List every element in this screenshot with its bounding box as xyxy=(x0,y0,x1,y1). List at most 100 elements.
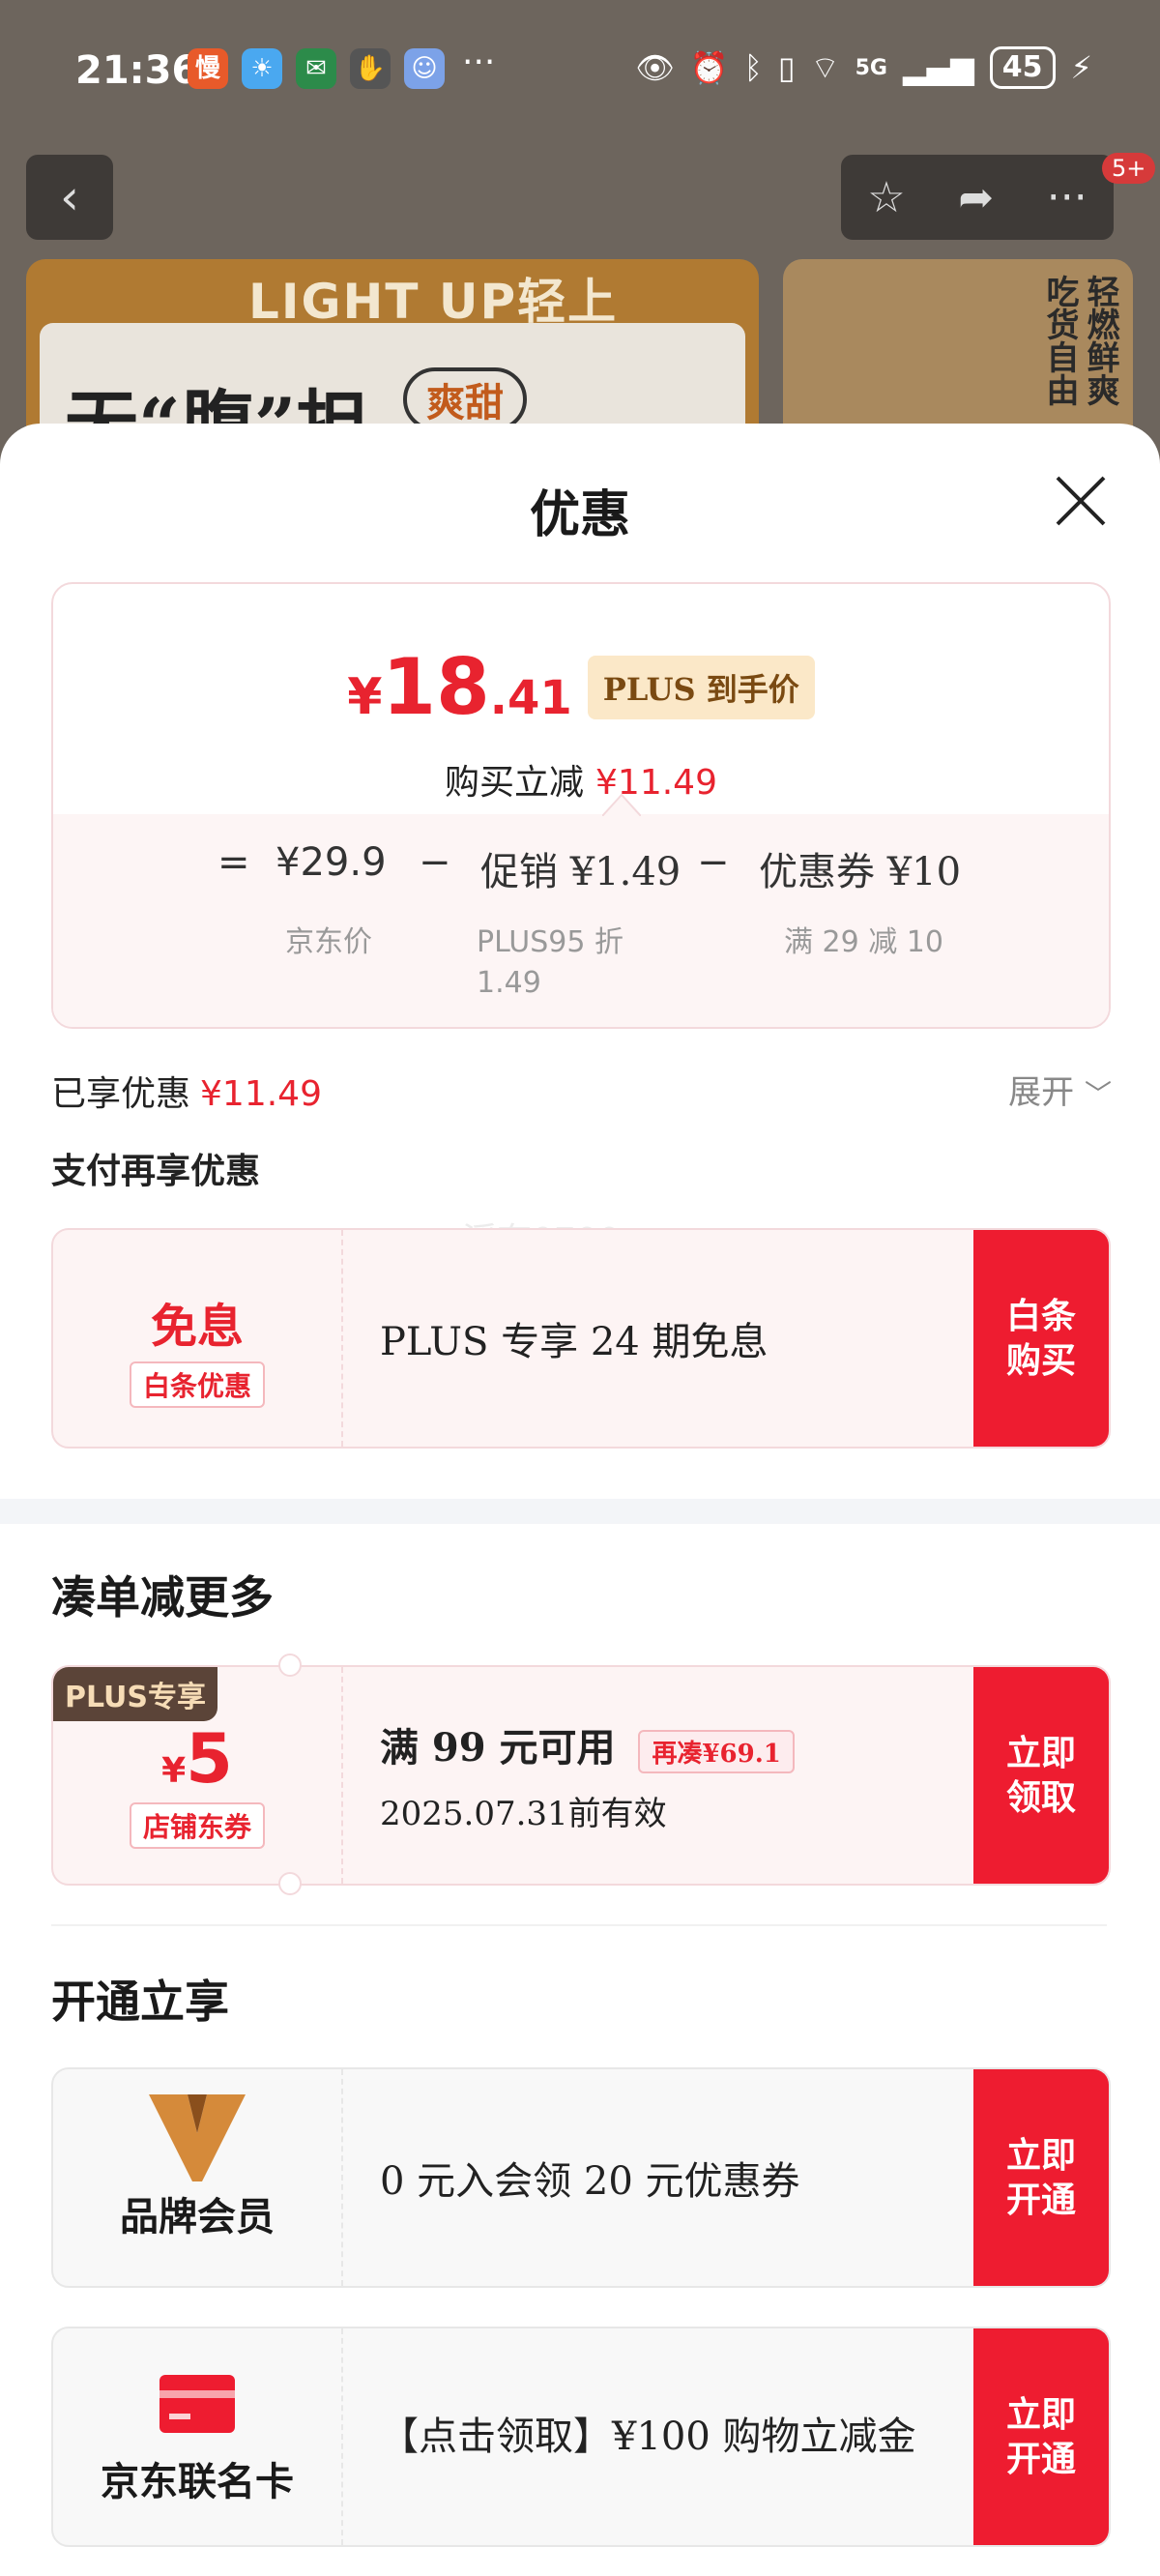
coupon-amount: 优惠券 ¥10 xyxy=(759,850,962,894)
status-indicators: 👁 ⏰ ᛒ ▯ ⌔ 5G ▂▄▆ 45 ⚡ xyxy=(635,46,1092,89)
coupon-notch-top xyxy=(278,1654,302,1677)
brand-member-text-area: 0 元入会领 20 元优惠券 xyxy=(380,2069,999,2286)
price-calc-row: = ¥29.9 − 促销 ¥1.49 − 优惠券 ¥10 xyxy=(53,840,1109,898)
coupon-value: ¥5 xyxy=(53,1719,341,1799)
brand-member-label: 品牌会员 xyxy=(120,2194,275,2239)
add-more-tag: 再凑¥69.1 xyxy=(638,1729,795,1773)
claim-coupon-button[interactable]: 立即 领取 xyxy=(973,1667,1109,1884)
baitiao-buy-button[interactable]: 白条 购买 xyxy=(973,1230,1109,1447)
thumbnail-text-1: 轻燃鲜爽 xyxy=(1081,275,1119,406)
sheet-title: 优惠 xyxy=(529,486,630,544)
jd-card-badge: 京东联名卡 xyxy=(53,2328,343,2545)
banner-pill: 爽甜 xyxy=(403,367,527,431)
shop-coupon-card[interactable]: PLUS专享 ¥5 店铺东券 满 99 元可用 再凑¥69.1 2025.07.… xyxy=(51,1665,1111,1886)
price-currency: ¥ xyxy=(347,668,383,726)
jd-card-text-area: 【点击领取】¥100 购物立减金 xyxy=(380,2328,999,2545)
signal-icon: ▂▄▆ xyxy=(902,49,974,86)
enjoyed-label: 已享优惠 xyxy=(51,1074,191,1114)
shop-coupon-tag: 店铺东券 xyxy=(129,1802,265,1849)
coupon-notch-bottom xyxy=(278,1872,302,1895)
claim-coupon-label: 立即 领取 xyxy=(1005,1733,1076,1818)
top-action-bar: ☆ ➦ ··· xyxy=(841,155,1114,240)
wifi-icon: ⌔ xyxy=(810,49,840,86)
plus-price-tag: PLUS 到手价 xyxy=(587,655,815,719)
open-jd-card-button[interactable]: 立即 开通 xyxy=(973,2328,1109,2545)
price-decimal: .41 xyxy=(489,671,572,725)
weather-app-icon: ☀ xyxy=(242,48,282,89)
coupon-condition: 满 99 元可用 xyxy=(380,1725,616,1771)
brand-logo-icon xyxy=(149,2094,246,2181)
coupon-value-area: PLUS专享 ¥5 店铺东券 xyxy=(53,1667,343,1884)
minus-sign-1: − xyxy=(419,840,451,885)
jd-card-label: 京东联名卡 xyxy=(101,2459,294,2504)
alarm-icon: ⏰ xyxy=(689,49,729,86)
message-badge: 5+ xyxy=(1102,153,1156,184)
promo-label-line1: PLUS95 折 xyxy=(477,925,624,959)
installment-text: PLUS 专享 24 期免息 xyxy=(380,1320,768,1364)
more-notifications-icon: ··· xyxy=(462,43,496,82)
jd-price-label: 京东价 xyxy=(285,925,372,959)
price-integer: 18 xyxy=(382,642,490,732)
open-jd-card-label: 立即 开通 xyxy=(1005,2394,1076,2479)
thumbnail-text-2: 吃货自由 xyxy=(1040,275,1079,406)
installment-badge: 免息 白条优惠 xyxy=(53,1230,343,1447)
hand-app-icon: ✋ xyxy=(350,48,391,89)
section-divider xyxy=(51,1924,1107,1926)
open-member-label: 立即 开通 xyxy=(1005,2135,1076,2220)
coupon-currency: ¥ xyxy=(161,1751,187,1791)
instant-reduce-line: 购买立减 ¥11.49 xyxy=(53,754,1109,805)
charging-icon: ⚡ xyxy=(1070,49,1092,86)
baitiao-tag: 白条优惠 xyxy=(129,1361,265,1408)
promo-amount: 促销 ¥1.49 xyxy=(480,850,682,894)
eye-icon: 👁 xyxy=(635,49,675,86)
vibrate-icon: ▯ xyxy=(777,49,796,86)
share-icon[interactable]: ➦ xyxy=(958,173,994,222)
coupon-validity: 2025.07.31前有效 xyxy=(380,1794,667,1833)
network-type: 5G xyxy=(855,55,887,80)
status-bar: 21:36 慢 ☀ ✉ ✋ ☺ ··· 👁 ⏰ ᛒ ▯ ⌔ 5G ▂▄▆ 45 … xyxy=(0,0,1160,135)
coupon-amount-value: 5 xyxy=(186,1719,233,1799)
interest-free-label: 免息 xyxy=(150,1300,244,1354)
expand-button[interactable]: 展开 ﹀ xyxy=(1008,1066,1112,1113)
post-app-icon: ✉ xyxy=(296,48,336,89)
credit-card-icon xyxy=(160,2375,235,2433)
equals-sign: = xyxy=(218,840,250,885)
brand-member-text: 0 元入会领 20 元优惠券 xyxy=(380,2159,800,2204)
minus-sign-2: − xyxy=(697,840,730,885)
final-price: ¥18.41 xyxy=(347,642,572,732)
enjoyed-discount: 已享优惠 ¥11.49 xyxy=(51,1066,322,1116)
assistant-app-icon: ☺ xyxy=(404,48,445,89)
app-notification-icon: 慢 xyxy=(188,48,228,89)
baitiao-buy-label: 白条 购买 xyxy=(1005,1296,1076,1381)
jd-card-text: 【点击领取】¥100 购物立减金 xyxy=(380,2415,916,2459)
back-button[interactable]: ‹ xyxy=(26,155,113,240)
installment-card[interactable]: 免息 白条优惠 PLUS 专享 24 期免息 白条 购买 xyxy=(51,1228,1111,1449)
jd-card-offer[interactable]: 京东联名卡 【点击领取】¥100 购物立减金 立即 开通 xyxy=(51,2327,1111,2547)
coupon-condition-row: 满 99 元可用 再凑¥69.1 xyxy=(380,1716,999,1773)
close-icon[interactable] xyxy=(1054,474,1108,528)
more-menu-icon[interactable]: ··· xyxy=(1047,173,1088,222)
favorite-star-icon[interactable]: ☆ xyxy=(867,173,905,222)
promo-label: PLUS95 折 1.49 xyxy=(477,922,624,1004)
bluetooth-icon: ᛒ xyxy=(743,49,763,86)
brand-member-badge: 品牌会员 xyxy=(53,2069,343,2286)
status-time: 21:36 xyxy=(75,48,199,93)
promo-label-line2: 1.49 xyxy=(477,966,541,1000)
jd-price: ¥29.9 xyxy=(276,840,387,885)
discount-sheet: 优惠 ¥18.41 PLUS 到手价 购买立减 ¥11.49 = ¥29.9 − … xyxy=(0,424,1160,2576)
expand-label: 展开 xyxy=(1008,1073,1075,1112)
reduce-label: 购买立减 xyxy=(445,763,585,803)
chevron-down-icon: ﹀ xyxy=(1084,1078,1112,1110)
reduce-value: ¥11.49 xyxy=(595,763,717,803)
section-separator xyxy=(0,1499,1160,1524)
final-price-row: ¥18.41 PLUS 到手价 xyxy=(53,642,1109,732)
coupon-detail: 满 99 元可用 再凑¥69.1 2025.07.31前有效 xyxy=(380,1667,999,1884)
open-member-button[interactable]: 立即 开通 xyxy=(973,2069,1109,2286)
pay-more-title: 支付再享优惠 xyxy=(51,1151,261,1191)
enjoyed-value: ¥11.49 xyxy=(200,1074,322,1114)
installment-text-area: PLUS 专享 24 期免息 xyxy=(380,1230,999,1447)
price-summary-card: ¥18.41 PLUS 到手价 购买立减 ¥11.49 = ¥29.9 − 促销 … xyxy=(51,582,1111,1029)
brand-member-card[interactable]: 品牌会员 0 元入会领 20 元优惠券 立即 开通 xyxy=(51,2067,1111,2288)
open-section-title: 开通立享 xyxy=(51,1976,229,2028)
bundle-section-title: 凑单减更多 xyxy=(51,1571,274,1624)
